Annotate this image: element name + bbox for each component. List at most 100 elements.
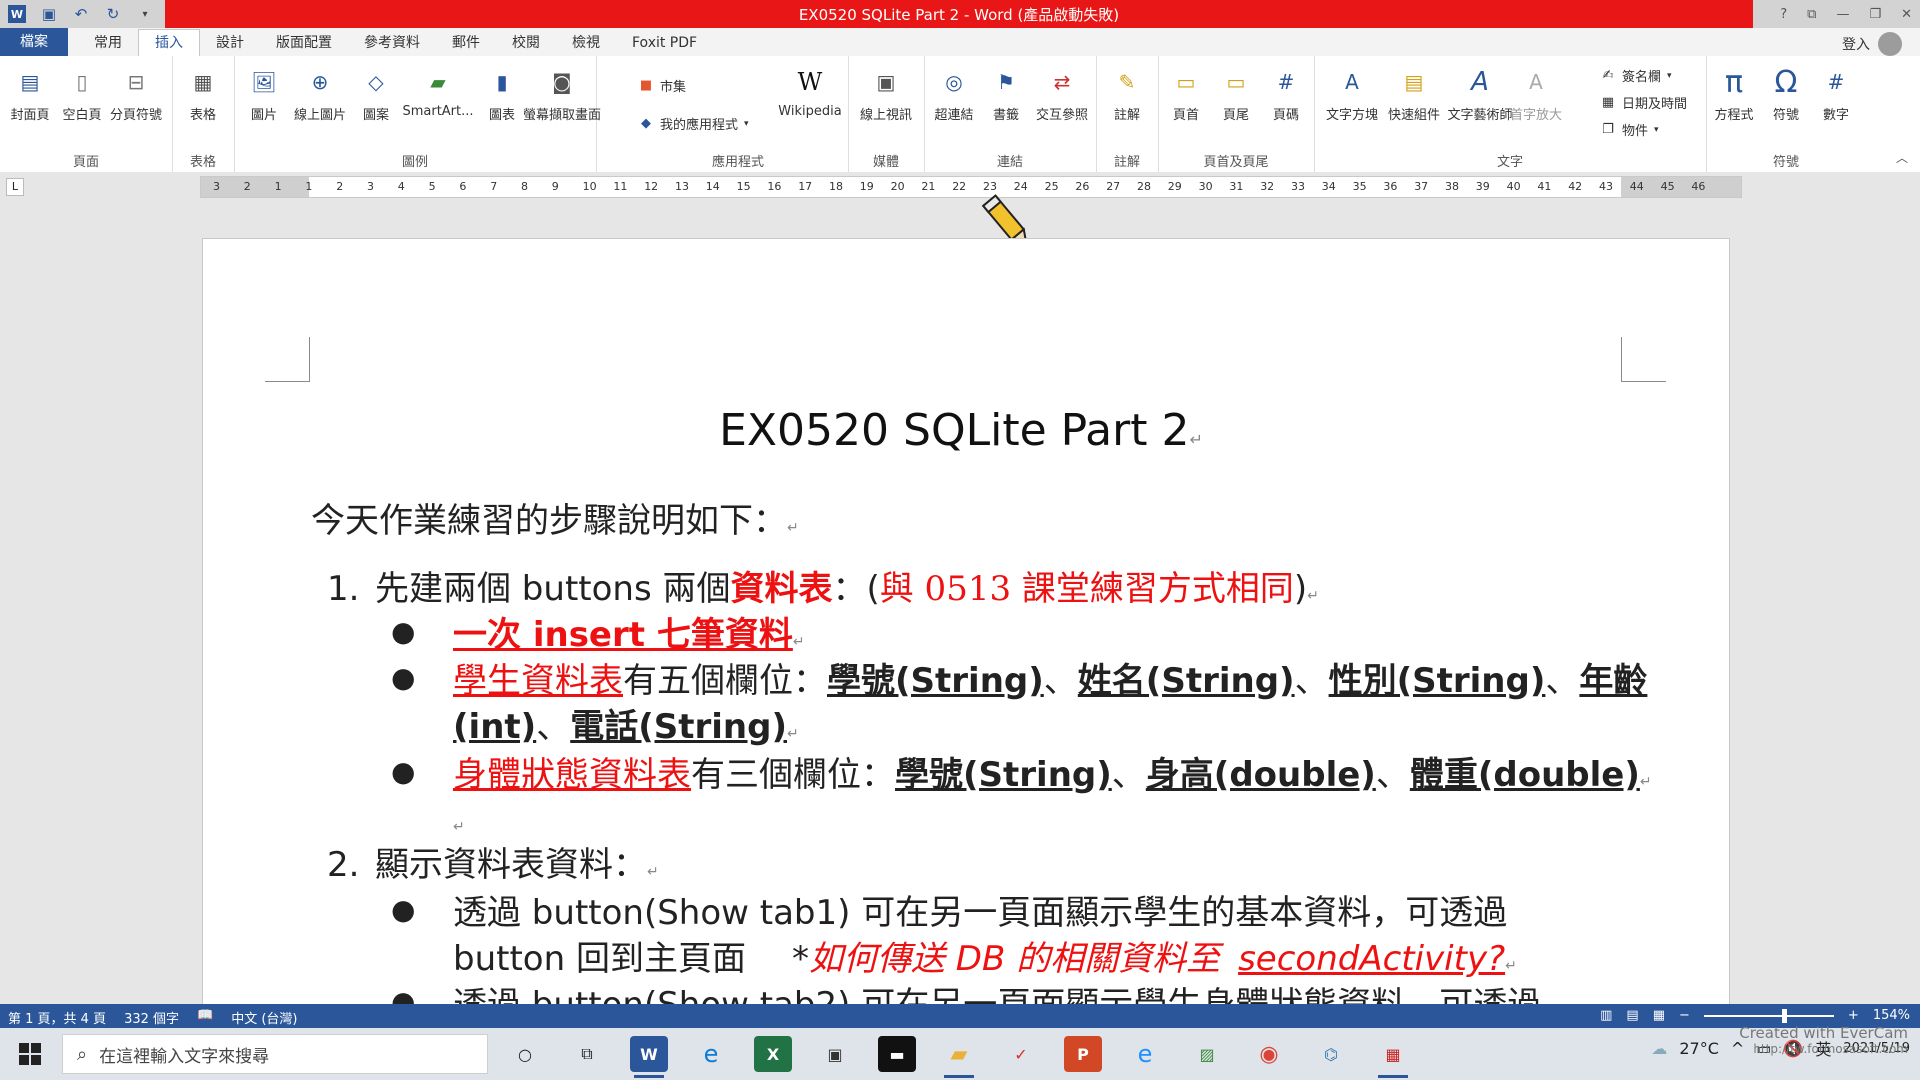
restore-button[interactable]: ❐ [1869, 7, 1881, 22]
wikipedia-button[interactable]: W Wikipedia [778, 62, 842, 144]
word-taskbar-icon[interactable]: W [630, 1036, 668, 1078]
symbol-button[interactable]: Ω 符號 [1760, 62, 1812, 144]
picture-button[interactable]: 🖼 圖片 [238, 62, 290, 144]
tab-layout[interactable]: 版面配置 [260, 30, 348, 56]
print-layout-icon[interactable]: ▤ [1626, 1008, 1638, 1023]
list-item-2[interactable]: 顯示資料表資料：↵ [375, 843, 659, 894]
header-button[interactable]: ▭ 頁首 [1160, 62, 1212, 144]
recorder-app-icon[interactable]: ▦ [1374, 1036, 1412, 1078]
page-break-button[interactable]: ⊟ 分頁符號 [110, 62, 162, 144]
word-count[interactable]: 332 個字 [124, 1008, 179, 1027]
intro-paragraph[interactable]: 今天作業練習的步驟說明如下：↵ [311, 499, 799, 550]
store-button[interactable]: ■ 市集 [638, 76, 686, 95]
tab-view[interactable]: 檢視 [556, 30, 616, 56]
proofing-icon[interactable]: 📖 [197, 1008, 213, 1027]
tab-references[interactable]: 參考資料 [348, 30, 436, 56]
screenshot-button[interactable]: ◙ 螢幕擷取畫面 [523, 62, 601, 144]
help-button[interactable]: ? [1780, 7, 1787, 22]
language-indicator[interactable]: 中文 (台灣) [231, 1008, 297, 1027]
avatar[interactable] [1878, 32, 1902, 56]
read-mode-icon[interactable]: ▥ [1600, 1008, 1612, 1023]
tab-insert[interactable]: 插入 [138, 29, 200, 56]
document-page[interactable]: EX0520 SQLite Part 2↵ 今天作業練習的步驟說明如下：↵ 1.… [202, 238, 1730, 1010]
windows-start-icon[interactable] [18, 1042, 42, 1066]
edge-icon[interactable]: e [692, 1036, 730, 1072]
wordart-button[interactable]: A 文字藝術師 [1447, 62, 1512, 144]
hyperlink-button[interactable]: ◎ 超連結 [928, 62, 980, 144]
horizontal-ruler[interactable]: 3 2 1 1 2 3 4 5 6 7 8 9 10 11 12 13 14 15 16 17 18 19 20 21 22 23… [200, 176, 1742, 198]
list-item-continuation[interactable]: (int)、電話(String)↵ [453, 705, 799, 756]
minimize-button[interactable]: — [1836, 7, 1849, 22]
tab-review[interactable]: 校閱 [496, 30, 556, 56]
list-item[interactable]: 學生資料表有五個欄位：學號(String)、姓名(String)、性別(Stri… [453, 659, 1647, 703]
equation-button[interactable]: π 方程式 [1708, 62, 1760, 144]
online-picture-icon: ⊕ [311, 70, 329, 94]
ribbon-display-button[interactable]: ⧉ [1807, 7, 1816, 22]
page-count[interactable]: 第 1 頁，共 4 頁 [8, 1008, 106, 1027]
cortana-icon[interactable]: ○ [506, 1036, 544, 1072]
list-item-continuation[interactable]: button 回到主頁面 *如何傳送 DB 的相關資料至 secondActivit… [453, 937, 1517, 988]
list-item[interactable]: 透過 button(Show tab1) 可在另一頁面顯示學生的基本資料，可透過 [453, 891, 1507, 935]
textbox-button[interactable]: A 文字方塊 [1326, 62, 1378, 144]
footer-button[interactable]: ▭ 頁尾 [1210, 62, 1262, 144]
zoom-out-button[interactable]: − [1679, 1008, 1690, 1023]
pdf-reader-icon[interactable]: ✓ [1002, 1036, 1040, 1072]
table-button[interactable]: ▦ 表格 [177, 62, 229, 144]
task-view-icon[interactable]: ⧉ [568, 1036, 606, 1072]
zoom-in-button[interactable]: + [1848, 1008, 1859, 1023]
sign-in-label[interactable]: 登入 [1842, 34, 1870, 54]
terminal-icon[interactable]: ▬ [878, 1036, 916, 1072]
customize-qat-icon[interactable]: ▾ [136, 5, 154, 23]
python-icon[interactable]: ⌬ [1312, 1036, 1350, 1072]
file-explorer-icon[interactable]: ▰ [940, 1036, 978, 1078]
online-video-button[interactable]: ▣ 線上視訊 [860, 62, 912, 144]
list-item[interactable]: 一次 insert 七筆資料↵ [453, 613, 805, 664]
list-item[interactable]: 身體狀態資料表有三個欄位：學號(String)、身高(double)、體重(do… [453, 753, 1652, 804]
chart-button[interactable]: ▮ 圖表 [476, 62, 528, 144]
datetime-button[interactable]: ▦ 日期及時間 [1600, 93, 1687, 112]
online-picture-button[interactable]: ⊕ 線上圖片 [294, 62, 346, 144]
zoom-level[interactable]: 154% [1873, 1008, 1910, 1023]
zoom-slider[interactable] [1703, 1008, 1834, 1023]
list-item-1[interactable]: 先建兩個 buttons 兩個資料表：(與 0513 課堂練習方式相同)↵ [375, 567, 1319, 618]
redo-icon[interactable]: ↻ [104, 5, 122, 23]
undo-icon[interactable]: ↶ [72, 5, 90, 23]
close-button[interactable]: ✕ [1901, 7, 1912, 22]
tab-home[interactable]: 常用 [78, 30, 138, 56]
tab-design[interactable]: 設計 [200, 30, 260, 56]
dropcap-button[interactable]: A 首字放大 [1510, 62, 1562, 144]
web-layout-icon[interactable]: ▦ [1653, 1008, 1665, 1023]
comment-button[interactable]: ✎ 註解 [1101, 62, 1153, 144]
shapes-button[interactable]: ◇ 圖案 [350, 62, 402, 144]
cover-page-button[interactable]: ▤ 封面頁 [4, 62, 56, 144]
bookmark-button[interactable]: ⚑ 書籤 [980, 62, 1032, 144]
internet-explorer-icon[interactable]: e [1126, 1036, 1164, 1072]
taskbar-search-box[interactable]: ⌕ 在這裡輸入文字來搜尋 [62, 1034, 488, 1074]
weather-icon[interactable]: ☁ [1651, 1039, 1667, 1058]
chrome-icon[interactable]: ◉ [1250, 1036, 1288, 1072]
store-app-icon[interactable]: ▣ [816, 1036, 854, 1072]
page-number-button[interactable]: # 頁碼 [1260, 62, 1312, 144]
tab-mailings[interactable]: 郵件 [436, 30, 496, 56]
save-icon[interactable]: ▣ [40, 5, 58, 23]
tab-file[interactable]: 檔案 [0, 28, 68, 56]
excel-icon[interactable]: X [754, 1036, 792, 1072]
image-viewer-icon[interactable]: ▨ [1188, 1036, 1226, 1072]
number-button[interactable]: # 數字 [1810, 62, 1862, 144]
blank-page-button[interactable]: ▯ 空白頁 [56, 62, 108, 144]
object-button[interactable]: ❐ 物件 ▾ [1600, 120, 1658, 139]
my-apps-button[interactable]: ◆ 我的應用程式 ▾ [638, 114, 749, 133]
zoom-slider-thumb[interactable] [1781, 1008, 1787, 1023]
tab-selector[interactable]: L [6, 178, 24, 196]
signature-line-button[interactable]: ✍ 簽名欄 ▾ [1600, 66, 1672, 85]
tab-foxit-pdf[interactable]: Foxit PDF [616, 30, 713, 56]
collapse-ribbon-icon[interactable]: ︿ [1896, 149, 1908, 166]
cross-reference-button[interactable]: ⇄ 交互參照 [1036, 62, 1088, 144]
powerpoint-icon[interactable]: P [1064, 1036, 1102, 1072]
sign-in[interactable]: 登入 [1842, 32, 1902, 56]
smartart-button[interactable]: ▰ SmartArt... [402, 62, 473, 144]
ruler-tick-label: 28 [1137, 180, 1151, 193]
quick-parts-button[interactable]: ▤ 快速組件 [1388, 62, 1440, 144]
ribbon-tabs: 檔案 常用 插入 設計 版面配置 參考資料 郵件 校閱 檢視 Foxit PDF [0, 28, 1920, 56]
document-title[interactable]: EX0520 SQLite Part 2↵ [311, 405, 1611, 456]
